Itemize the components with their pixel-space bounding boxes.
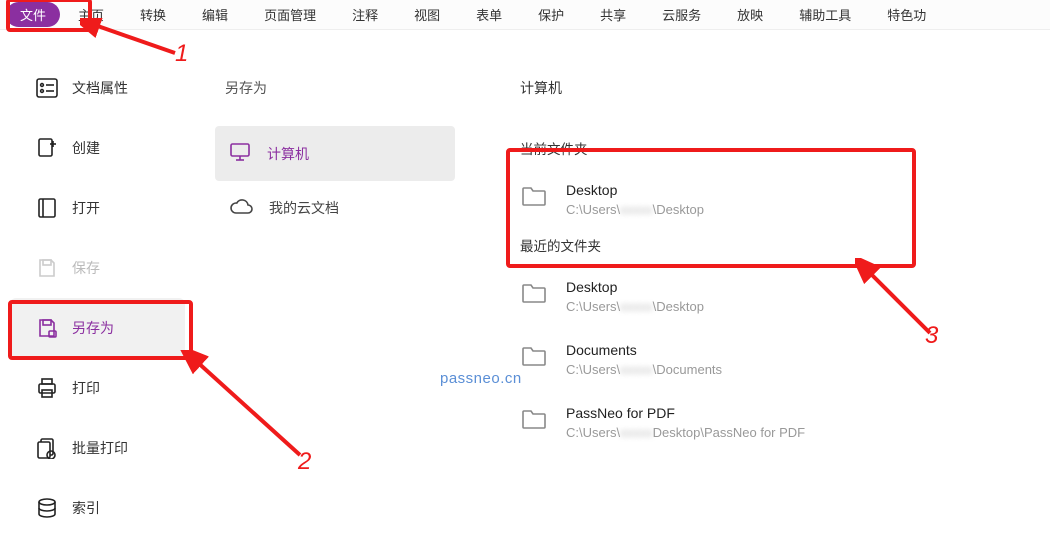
location-computer[interactable]: 计算机	[215, 126, 455, 181]
browser-title: 计算机	[520, 78, 1020, 98]
menu-label: 创建	[72, 138, 100, 158]
create-icon	[36, 137, 58, 159]
location-cloud[interactable]: 我的云文档	[215, 181, 455, 234]
folder-browser: 计算机 当前文件夹 Desktop C:\Users\xxxxx\Desktop…	[475, 30, 1050, 550]
folder-path: C:\Users\xxxxx\Documents	[566, 362, 722, 377]
folder-icon	[520, 407, 548, 431]
save-as-locations: 另存为 计算机 我的云文档	[195, 30, 475, 550]
save-icon	[36, 257, 58, 279]
menu-save-as[interactable]: 另存为	[10, 298, 185, 358]
menu-save: 保存	[0, 238, 195, 298]
cloud-icon	[229, 197, 253, 218]
properties-icon	[36, 77, 58, 99]
folder-name: Desktop	[566, 182, 704, 198]
menu-label: 另存为	[72, 318, 114, 338]
open-icon	[36, 197, 58, 219]
print-icon	[36, 377, 58, 399]
batch-print-icon	[36, 437, 58, 459]
annotation-arrow-1	[80, 18, 190, 68]
recent-folder[interactable]: PassNeo for PDF C:\Users\xxxxxDesktop\Pa…	[520, 395, 1020, 458]
menu-label: 保存	[72, 258, 100, 278]
monitor-icon	[229, 142, 251, 165]
annotation-arrow-3	[855, 258, 955, 348]
folder-path: C:\Users\xxxxx\Desktop	[566, 299, 704, 314]
ribbon-tab-forms[interactable]: 表单	[458, 0, 520, 29]
folder-name: Desktop	[566, 279, 704, 295]
folder-path: C:\Users\xxxxx\Desktop	[566, 202, 704, 217]
menu-index[interactable]: 索引	[0, 478, 195, 538]
folder-icon	[520, 281, 548, 305]
ribbon-tab-pages[interactable]: 页面管理	[246, 0, 334, 29]
save-as-icon	[36, 317, 58, 339]
menu-create[interactable]: 创建	[0, 118, 195, 178]
menu-open[interactable]: 打开	[0, 178, 195, 238]
ribbon-tab-file[interactable]: 文件	[6, 2, 60, 27]
ribbon-tab-tools[interactable]: 辅助工具	[781, 0, 869, 29]
ribbon-tab-view[interactable]: 视图	[396, 0, 458, 29]
ribbon-tab-present[interactable]: 放映	[719, 0, 781, 29]
ribbon-tab-cloud[interactable]: 云服务	[644, 0, 719, 29]
index-icon	[36, 497, 58, 519]
menu-label: 打印	[72, 378, 100, 398]
ribbon-tab-edit[interactable]: 编辑	[184, 0, 246, 29]
menu-label: 打开	[72, 198, 100, 218]
location-label: 我的云文档	[269, 198, 339, 218]
recent-folders-label: 最近的文件夹	[520, 235, 1020, 255]
menu-label: 批量打印	[72, 438, 128, 458]
location-label: 计算机	[267, 144, 309, 164]
folder-icon	[520, 344, 548, 368]
ribbon-tab-annotate[interactable]: 注释	[334, 0, 396, 29]
menu-print[interactable]: 打印	[0, 358, 195, 418]
current-folder[interactable]: Desktop C:\Users\xxxxx\Desktop	[520, 172, 1020, 235]
menu-label: 文档属性	[72, 78, 128, 98]
ribbon-tab-share[interactable]: 共享	[582, 0, 644, 29]
watermark: passneo.cn	[440, 370, 522, 387]
current-folder-label: 当前文件夹	[520, 138, 1020, 158]
folder-icon	[520, 184, 548, 208]
folder-name: PassNeo for PDF	[566, 405, 805, 421]
annotation-arrow-2	[170, 350, 320, 470]
ribbon-tab-protect[interactable]: 保护	[520, 0, 582, 29]
menu-label: 索引	[72, 498, 100, 518]
folder-name: Documents	[566, 342, 722, 358]
file-menu: 文档属性 创建 打开 保存 另存为 打印 批量打印 索引	[0, 30, 195, 550]
menu-batch-print[interactable]: 批量打印	[0, 418, 195, 478]
save-as-title: 另存为	[225, 78, 455, 98]
folder-path: C:\Users\xxxxxDesktop\PassNeo for PDF	[566, 425, 805, 440]
ribbon-tab-features[interactable]: 特色功	[869, 0, 944, 29]
